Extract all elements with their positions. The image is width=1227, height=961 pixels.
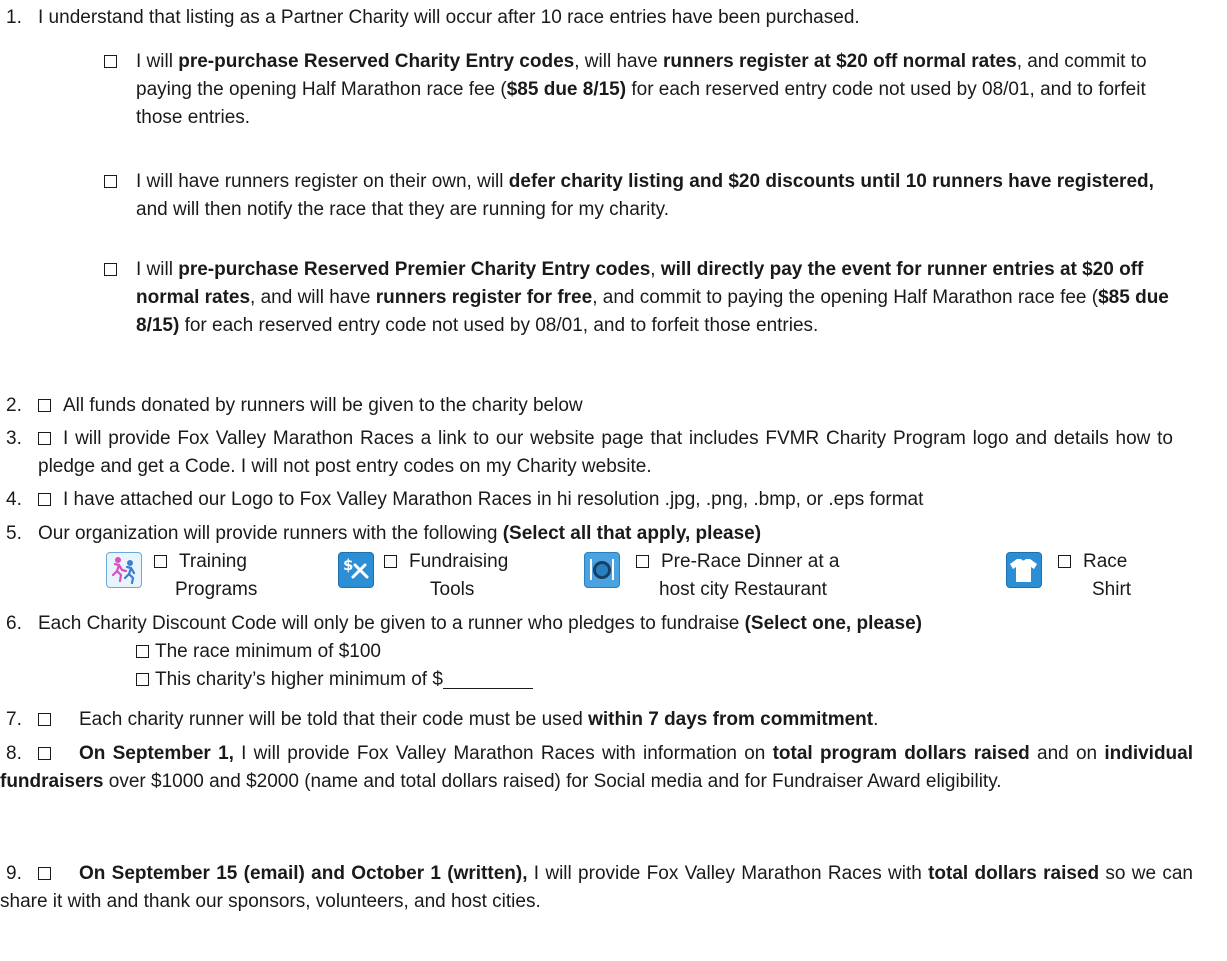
- dollar-tools-icon: $: [338, 552, 374, 588]
- checkbox-logo-attached[interactable]: [38, 493, 51, 506]
- checkbox-training[interactable]: [154, 555, 167, 568]
- item-text: I understand that listing as a Partner C…: [38, 7, 860, 28]
- option-fundraising-tools: $ Fundraising Tools: [338, 548, 558, 604]
- charity-agreement-document: 1. I understand that listing as a Partne…: [0, 0, 1227, 961]
- checkbox-shirt[interactable]: [1058, 555, 1071, 568]
- option-pre-race-dinner: Pre-Race Dinner at a host city Restauran…: [584, 548, 884, 604]
- checkbox-funds-donated[interactable]: [38, 399, 51, 412]
- checkbox-reserved-entry[interactable]: [104, 55, 117, 68]
- pledge-option-race-minimum: The race minimum of $100: [136, 638, 381, 666]
- checkbox-september-15-report[interactable]: [38, 867, 51, 880]
- item-number: 4.: [6, 489, 22, 510]
- item-number: 3.: [6, 428, 22, 449]
- shirt-icon: [1006, 552, 1042, 588]
- checkbox-own-registration[interactable]: [104, 175, 117, 188]
- checkbox-charity-minimum[interactable]: [136, 673, 149, 686]
- dinner-plate-icon: [584, 552, 620, 588]
- charity-minimum-amount-field[interactable]: [442, 668, 533, 689]
- checkbox-website-link[interactable]: [38, 432, 51, 445]
- sub-option-own-registration: I will have runners register on their ow…: [104, 168, 1183, 224]
- item-number: 5.: [6, 523, 22, 544]
- option-race-shirt: Race Shirt: [1006, 548, 1146, 604]
- checkbox-dinner[interactable]: [636, 555, 649, 568]
- svg-text:$: $: [343, 556, 353, 574]
- item-number: 1.: [6, 7, 22, 28]
- checkbox-race-minimum[interactable]: [136, 645, 149, 658]
- item-number: 7.: [6, 709, 22, 730]
- checkbox-fundraising[interactable]: [384, 555, 397, 568]
- sub-option-premier-entry: I will pre-purchase Reserved Premier Cha…: [104, 256, 1183, 340]
- runners-icon: [106, 552, 142, 588]
- item-number: 6.: [6, 613, 22, 634]
- option-training-programs: Training Programs: [106, 548, 306, 604]
- checkbox-september-1-report[interactable]: [38, 747, 51, 760]
- checkbox-code-timing[interactable]: [38, 713, 51, 726]
- sub-option-reserved-entry: I will pre-purchase Reserved Charity Ent…: [104, 48, 1183, 132]
- item-number: 2.: [6, 395, 22, 416]
- pledge-option-charity-minimum: This charity’s higher minimum of $: [136, 666, 533, 694]
- checkbox-premier-entry[interactable]: [104, 263, 117, 276]
